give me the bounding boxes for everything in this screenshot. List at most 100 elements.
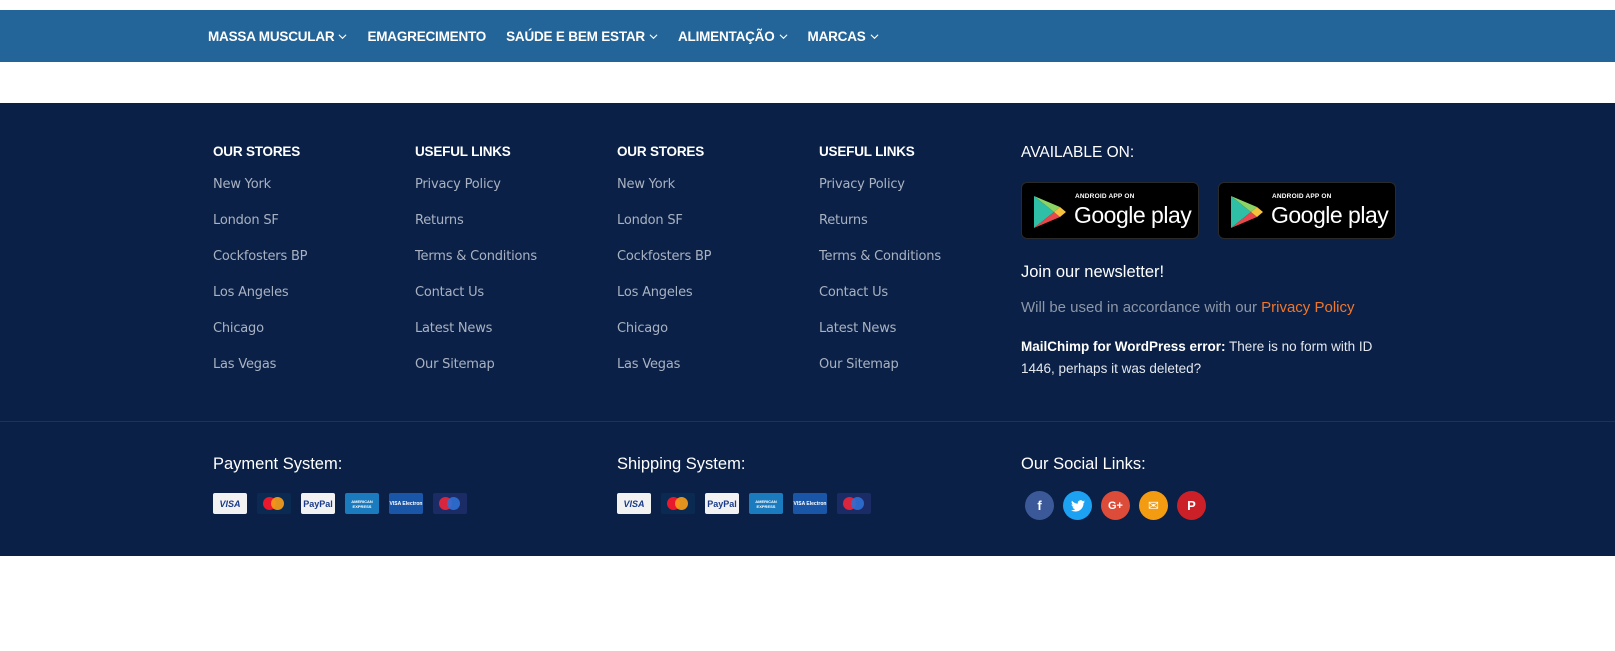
link-list: Privacy Policy Returns Terms & Condition… xyxy=(415,175,537,391)
visa-card-icon: VISA xyxy=(617,493,651,514)
paypal-icon: PayPal xyxy=(705,493,739,514)
newsletter-note-text: Will be used in accordance with our xyxy=(1021,299,1262,316)
google-play-badge[interactable]: ANDROID APP ON Google play xyxy=(1021,182,1199,239)
chevron-down-icon xyxy=(779,33,788,39)
nav-item-label: MARCAS xyxy=(807,28,866,44)
shipping-system-title: Shipping System: xyxy=(617,455,746,473)
footer-link[interactable]: Cockfosters BP xyxy=(617,247,712,283)
visa-electron-card-icon: VISA Electron xyxy=(389,493,423,514)
badge-small-text: ANDROID APP ON xyxy=(1075,193,1135,200)
nav-item-emagrecimento[interactable]: EMAGRECIMENTO xyxy=(367,29,486,44)
footer-divider xyxy=(0,421,1615,422)
footer-link[interactable]: Las Vegas xyxy=(617,355,711,391)
nav-item-saude-e-bem-estar[interactable]: SAÚDE E BEM ESTAR xyxy=(506,29,658,44)
footer-link[interactable]: Privacy Policy xyxy=(819,175,941,211)
card-label: PayPal xyxy=(707,498,737,509)
badge-big-text: Google play xyxy=(1074,202,1192,228)
footer-link[interactable]: London SF xyxy=(617,211,711,247)
shipping-cards: VISA PayPal AMERICAN EXPRESS VISA Electr… xyxy=(617,493,881,514)
card-label: VISA Electron xyxy=(389,500,423,507)
column-title: USEFUL LINKS xyxy=(819,144,915,159)
amex-card-icon: AMERICAN EXPRESS xyxy=(345,493,379,514)
link-list: New York London SF Cockfosters BP Los An… xyxy=(617,175,712,391)
chevron-down-icon xyxy=(649,33,658,39)
footer-link[interactable]: Terms & Conditions xyxy=(819,247,941,283)
social-glyph: f xyxy=(1037,498,1042,513)
footer-link[interactable]: Las Vegas xyxy=(213,355,307,391)
nav-item-label: ALIMENTAÇÃO xyxy=(677,28,775,44)
badge-small-text: ANDROID APP ON xyxy=(1272,193,1332,200)
badge-big-text: Google play xyxy=(1271,202,1389,228)
social-glyph: ✉ xyxy=(1148,497,1159,513)
footer-link[interactable]: Returns xyxy=(819,211,941,247)
footer-link[interactable]: Our Sitemap xyxy=(415,355,537,391)
card-label: VISA xyxy=(623,498,645,509)
chevron-down-icon xyxy=(870,33,879,39)
nav-item-label: SAÚDE E BEM ESTAR xyxy=(506,28,645,44)
twitter-bird-glyph xyxy=(1070,499,1085,512)
pinterest-icon[interactable]: P xyxy=(1177,491,1206,520)
newsletter-note: Will be used in accordance with our Priv… xyxy=(1021,299,1354,316)
google-play-badge[interactable]: ANDROID APP ON Google play xyxy=(1218,182,1396,239)
footer-link[interactable]: London SF xyxy=(213,211,307,247)
main-navigation: MASSA MUSCULAR EMAGRECIMENTO SAÚDE E BEM… xyxy=(0,10,1615,62)
footer-link[interactable]: Contact Us xyxy=(415,283,537,319)
link-list: New York London SF Cockfosters BP Los An… xyxy=(213,175,308,391)
link-list: Privacy Policy Returns Terms & Condition… xyxy=(819,175,941,391)
footer-link[interactable]: Contact Us xyxy=(819,283,941,319)
nav-item-alimentacao[interactable]: ALIMENTAÇÃO xyxy=(678,29,788,44)
column-title: USEFUL LINKS xyxy=(415,144,511,159)
google-plus-icon[interactable]: G+ xyxy=(1101,491,1130,520)
mastercard-icon xyxy=(661,493,695,514)
payment-cards: VISA PayPal AMERICAN EXPRESS VISA Electr… xyxy=(213,493,477,514)
email-icon[interactable]: ✉ xyxy=(1139,491,1168,520)
facebook-icon[interactable]: f xyxy=(1025,491,1054,520)
mastercard-icon xyxy=(257,493,291,514)
payment-system-title: Payment System: xyxy=(213,455,343,473)
footer-link[interactable]: Latest News xyxy=(819,319,941,355)
footer-link[interactable]: Privacy Policy xyxy=(415,175,537,211)
footer-link[interactable]: New York xyxy=(617,175,711,211)
footer-link[interactable]: Our Sitemap xyxy=(819,355,941,391)
card-label: PayPal xyxy=(303,498,333,509)
visa-electron-card-icon: VISA Electron xyxy=(793,493,827,514)
nav-menu: MASSA MUSCULAR EMAGRECIMENTO SAÚDE E BEM… xyxy=(208,10,899,62)
nav-item-massa-muscular[interactable]: MASSA MUSCULAR xyxy=(208,29,347,44)
available-on-title: AVAILABLE ON: xyxy=(1021,144,1135,161)
visa-card-icon: VISA xyxy=(213,493,247,514)
footer-link[interactable]: Latest News xyxy=(415,319,537,355)
card-label: AMERICAN EXPRESS xyxy=(351,498,373,509)
footer-link[interactable]: Chicago xyxy=(213,319,307,355)
nav-item-label: EMAGRECIMENTO xyxy=(367,28,487,44)
privacy-policy-link[interactable]: Privacy Policy xyxy=(1261,299,1354,316)
google-play-icon xyxy=(1034,196,1066,228)
footer-link[interactable]: Chicago xyxy=(617,319,711,355)
chevron-down-icon xyxy=(338,33,347,39)
card-label: AMERICAN EXPRESS xyxy=(755,498,777,509)
card-label: VISA xyxy=(219,498,241,509)
error-label: MailChimp for WordPress error: xyxy=(1021,339,1226,354)
maestro-card-icon xyxy=(433,493,467,514)
footer-link[interactable]: Cockfosters BP xyxy=(213,247,308,283)
nav-item-label: MASSA MUSCULAR xyxy=(208,28,335,44)
amex-card-icon: AMERICAN EXPRESS xyxy=(749,493,783,514)
footer-link[interactable]: Returns xyxy=(415,211,537,247)
footer-link[interactable]: Terms & Conditions xyxy=(415,247,537,283)
social-glyph: P xyxy=(1187,498,1196,513)
column-title: OUR STORES xyxy=(617,144,705,159)
card-label: VISA Electron xyxy=(793,500,827,507)
newsletter-title: Join our newsletter! xyxy=(1021,263,1165,281)
mailchimp-error-message: MailChimp for WordPress error: There is … xyxy=(1021,336,1391,380)
footer-link[interactable]: Los Angeles xyxy=(213,283,307,319)
paypal-icon: PayPal xyxy=(301,493,335,514)
social-glyph: G+ xyxy=(1108,499,1123,512)
google-play-icon xyxy=(1231,196,1263,228)
twitter-icon[interactable] xyxy=(1063,491,1092,520)
social-links: f G+ ✉ P xyxy=(1025,491,1215,520)
nav-item-marcas[interactable]: MARCAS xyxy=(808,29,879,44)
footer-link[interactable]: New York xyxy=(213,175,307,211)
maestro-card-icon xyxy=(837,493,871,514)
site-footer: OUR STORES New York London SF Cockfoster… xyxy=(0,103,1615,556)
footer-link[interactable]: Los Angeles xyxy=(617,283,711,319)
social-links-title: Our Social Links: xyxy=(1021,455,1146,473)
